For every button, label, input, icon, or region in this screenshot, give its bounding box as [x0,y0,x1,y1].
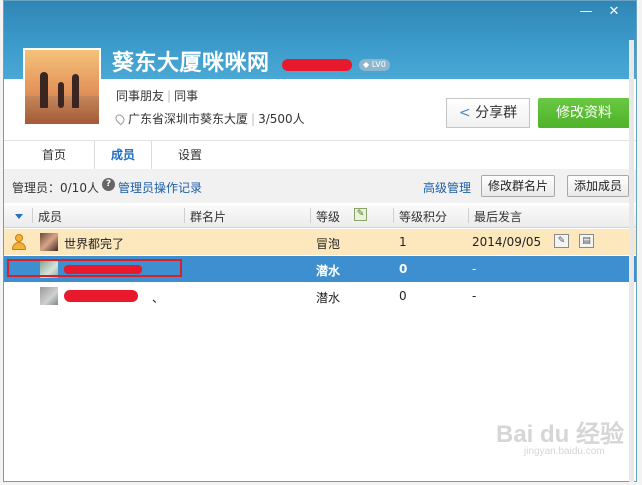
redaction-mark [282,59,352,71]
sort-arrow-icon[interactable] [15,214,23,219]
table-row[interactable]: 、 潜水 0 - [4,283,636,309]
member-level: 冒泡 [316,237,341,251]
column-divider [184,208,185,223]
table-row[interactable]: 世界都完了 冒泡 1 2014/09/05 ✎ ▤ [4,229,636,255]
group-category: 同事朋友 | 同事 [116,87,198,104]
column-card[interactable]: 群名片 [190,208,226,225]
member-name: 世界都完了 [64,237,125,251]
group-name: 葵东大厦咪咪网 [112,51,270,76]
member-points: 1 [399,235,407,249]
member-points: 0 [399,262,408,276]
subcategory-label: 同事 [174,89,199,103]
member-points: 0 [399,289,407,303]
column-divider [468,208,469,223]
member-toolbar: 管理员：0/10人 ? 管理员操作记录 高级管理 修改群名片 添加成员 [4,169,636,203]
profile-card-icon[interactable]: ▤ [579,234,594,248]
add-member-button[interactable]: 添加成员 [567,175,630,197]
avatar-figure [58,82,64,108]
edit-card-icon[interactable]: ✎ [554,234,569,248]
avatar-figure [40,72,48,108]
column-level[interactable]: 等级 [316,208,340,225]
tab-bar: 首页 成员 设置 [4,140,636,170]
member-last-speak: 2014/09/05 [472,235,542,249]
group-window: — ✕ 葵东大厦咪咪网 ◆ LV0 同事朋友 | 同事 广东省深圳市葵东大厦 | 3/5… [3,0,637,482]
member-level: 潜水 [316,291,341,305]
member-name: 、 [152,291,165,305]
level-badge-text: LV0 [371,60,386,69]
group-avatar[interactable] [23,48,101,126]
tab-home[interactable]: 首页 [26,141,82,169]
tab-members[interactable]: 成员 [94,141,152,170]
member-avatar[interactable] [40,233,58,251]
edit-card-button[interactable]: 修改群名片 [481,175,556,197]
column-divider [393,208,394,223]
location-label: 广东省深圳市葵东大厦 [128,112,249,126]
admin-count: 管理员：0/10人 [12,181,99,195]
column-divider [32,208,33,223]
divider: | [251,112,256,126]
column-member[interactable]: 成员 [38,208,62,225]
member-last-speak: - [472,262,477,276]
scrollbar[interactable] [629,40,634,482]
edit-level-icon[interactable]: ✎ [354,208,367,221]
column-last-speak[interactable]: 最后发言 [474,208,522,225]
redaction-mark [64,290,138,302]
owner-icon [12,234,26,250]
share-icon: < [458,105,471,121]
level-badge: ◆ LV0 [359,59,390,71]
close-button[interactable]: ✕ [604,3,624,21]
tab-settings[interactable]: 设置 [162,141,218,169]
highlight-box [7,259,182,277]
edit-info-button[interactable]: 修改资料 [538,98,630,128]
divider: | [167,89,172,103]
advanced-manage-link[interactable]: 高级管理 [423,179,471,196]
share-label: 分享群 [475,105,518,121]
location-pin-icon [113,112,127,126]
member-level: 潜水 [316,264,341,278]
minimize-button[interactable]: — [576,3,596,21]
avatar-figure [72,74,79,108]
member-avatar[interactable] [40,287,58,305]
help-icon[interactable]: ? [102,178,115,191]
share-group-button[interactable]: < 分享群 [446,98,530,128]
member-table-header: 成员 群名片 等级 ✎ 等级积分 最后发言 [4,205,636,228]
watermark-logo: Bai du 经验 [496,421,625,448]
column-divider [310,208,311,223]
group-location-info: 广东省深圳市葵东大厦 | 3/500人 [113,110,305,127]
member-count: 3/500人 [258,112,305,126]
category-label: 同事朋友 [116,89,165,103]
column-points[interactable]: 等级积分 [399,208,447,225]
watermark-url: jingyan.baidu.com [524,446,605,457]
admin-log-link[interactable]: 管理员操作记录 [118,179,202,196]
member-last-speak: - [472,289,477,303]
